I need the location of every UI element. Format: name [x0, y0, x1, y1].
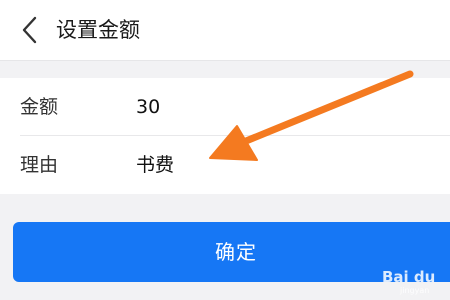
amount-form: 金额 30 理由 书费	[0, 78, 450, 194]
back-button[interactable]	[16, 14, 46, 46]
reason-input[interactable]: 书费	[136, 150, 416, 180]
reason-label: 理由	[20, 154, 59, 176]
amount-label: 金额	[20, 96, 59, 118]
page-title: 设置金额	[56, 18, 140, 42]
amount-row[interactable]: 金额 30	[0, 78, 450, 136]
amount-input[interactable]: 30	[136, 92, 416, 122]
baidu-watermark: Bai du jingyan	[382, 268, 448, 298]
watermark-subtext: jingyan	[400, 286, 430, 295]
top-bar: 设置金额	[0, 0, 450, 61]
watermark-text: Bai du	[382, 268, 436, 286]
chevron-left-icon	[22, 16, 37, 44]
set-amount-screen: 设置金额 金额 30 理由 书费 确定 Bai du jingyan	[0, 0, 450, 300]
reason-row[interactable]: 理由 书费	[0, 136, 450, 194]
